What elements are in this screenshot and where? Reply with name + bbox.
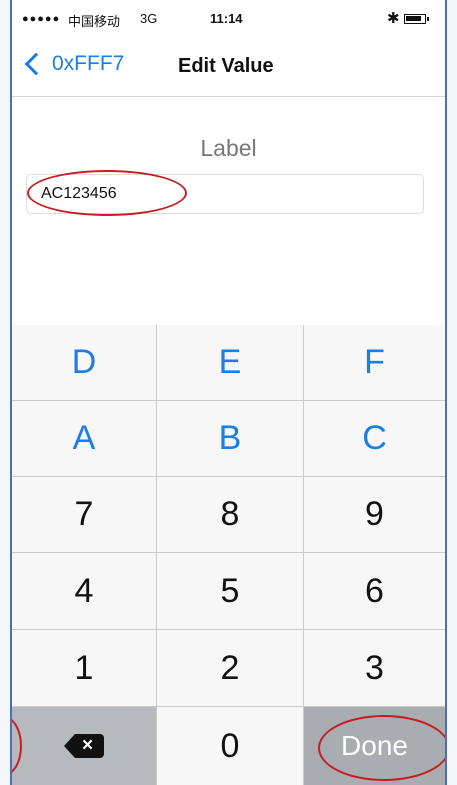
value-input[interactable] (41, 181, 401, 207)
key-9[interactable]: 9 (304, 477, 445, 552)
key-d[interactable]: D (12, 325, 156, 400)
key-2[interactable]: 2 (157, 630, 303, 706)
page-title: Edit Value (178, 55, 274, 77)
status-bar: ●●●●● 中国移动 3G 11:14 ✱ (12, 0, 445, 38)
key-5[interactable]: 5 (157, 553, 303, 629)
key-b[interactable]: B (157, 401, 303, 476)
delete-button[interactable]: × (12, 707, 156, 785)
hex-keypad: D E F A B C 7 8 9 4 5 6 1 2 3 × 0 Done (12, 325, 445, 785)
backspace-icon: × (64, 734, 104, 758)
left-background-strip (0, 0, 12, 785)
back-button-label: 0xFFF7 (52, 52, 125, 75)
chevron-left-icon (24, 52, 48, 76)
key-4[interactable]: 4 (12, 553, 156, 629)
key-f[interactable]: F (304, 325, 445, 400)
right-background-strip (445, 0, 457, 785)
key-e[interactable]: E (157, 325, 303, 400)
value-field (26, 174, 424, 214)
signal-strength-icon: ●●●●● (22, 13, 61, 25)
key-0[interactable]: 0 (157, 707, 303, 785)
battery-icon (404, 14, 429, 24)
network-type: 3G (140, 11, 158, 26)
bluetooth-icon: ✱ (387, 10, 400, 27)
phone-screen: ●●●●● 中国移动 3G 11:14 ✱ 0xFFF7 Edit Value … (12, 0, 445, 785)
key-1[interactable]: 1 (12, 630, 156, 706)
key-c[interactable]: C (304, 401, 445, 476)
carrier-label: 中国移动 (68, 14, 121, 29)
field-label: Label (200, 135, 257, 161)
key-7[interactable]: 7 (12, 477, 156, 552)
back-button[interactable]: 0xFFF7 (24, 52, 124, 76)
key-3[interactable]: 3 (304, 630, 445, 706)
status-time: 11:14 (210, 11, 243, 26)
key-8[interactable]: 8 (157, 477, 303, 552)
done-button[interactable]: Done (304, 707, 445, 785)
navigation-bar: 0xFFF7 Edit Value (12, 38, 445, 97)
key-6[interactable]: 6 (304, 553, 445, 629)
key-a[interactable]: A (12, 401, 156, 476)
